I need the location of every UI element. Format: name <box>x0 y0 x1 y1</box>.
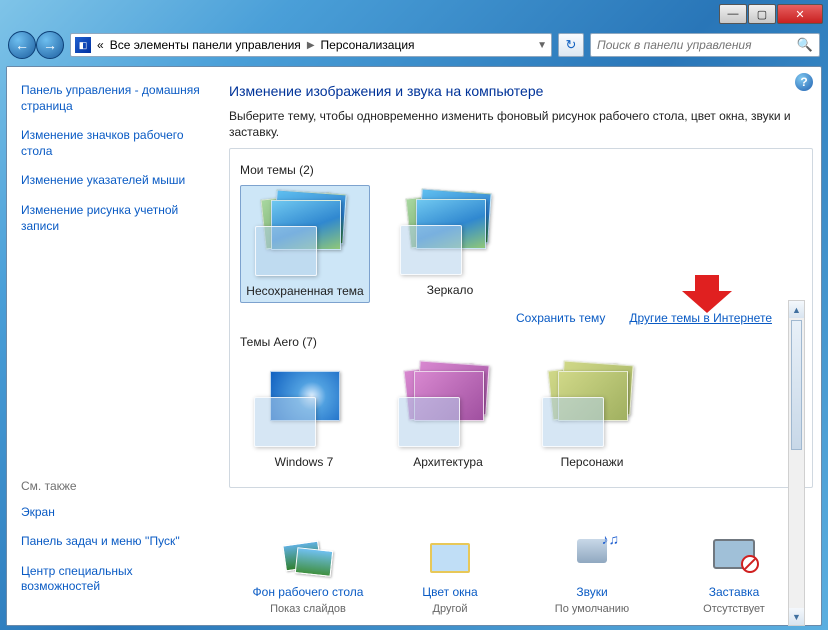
search-icon: 🔍 <box>797 37 813 53</box>
breadcrumb-prefix: « <box>97 38 104 52</box>
scroll-down-button[interactable]: ▼ <box>789 608 804 625</box>
desktop-background-link[interactable]: Фон рабочего стола <box>253 585 364 599</box>
titlebar: — ▢ ✕ <box>0 0 828 28</box>
scroll-thumb[interactable] <box>791 320 802 450</box>
search-input[interactable] <box>597 38 797 52</box>
theme-label: Несохраненная тема <box>246 284 363 298</box>
window-body: ? Панель управления - домашняя страница … <box>6 66 822 626</box>
breadcrumb-item[interactable]: Персонализация <box>321 38 415 52</box>
control-panel-icon: ◧ <box>75 37 91 53</box>
theme-thumbnail <box>390 189 510 277</box>
theme-label: Архитектура <box>413 455 483 469</box>
desktop-background-value: Показ слайдов <box>270 603 346 615</box>
sounds-item[interactable]: ♪♫ Звуки По умолчанию <box>522 539 662 615</box>
save-theme-link[interactable]: Сохранить тему <box>516 311 605 325</box>
my-themes-label: Мои темы (2) <box>240 163 802 177</box>
desktop-background-icon <box>280 539 336 581</box>
theme-item-unsaved[interactable]: Несохраненная тема <box>240 185 370 303</box>
window-color-icon <box>422 539 478 581</box>
sidebar-mouse-pointers-link[interactable]: Изменение указателей мыши <box>21 173 203 189</box>
window-color-value: Другой <box>433 603 468 615</box>
window-color-link[interactable]: Цвет окна <box>422 585 477 599</box>
theme-item-characters[interactable]: Персонажи <box>528 357 656 473</box>
sidebar-account-picture-link[interactable]: Изменение рисунка учетной записи <box>21 203 203 234</box>
screensaver-icon <box>706 539 762 581</box>
address-dropdown-icon[interactable]: ▼ <box>537 40 547 51</box>
theme-item-windows7[interactable]: Windows 7 <box>240 357 368 473</box>
sidebar: Панель управления - домашняя страница Из… <box>7 67 217 625</box>
desktop-background-item[interactable]: Фон рабочего стола Показ слайдов <box>238 539 378 615</box>
screensaver-link[interactable]: Заставка <box>709 585 760 599</box>
screensaver-item[interactable]: Заставка Отсутствует <box>664 539 804 615</box>
theme-item-mirror[interactable]: Зеркало <box>386 185 514 303</box>
search-box[interactable]: 🔍 <box>590 33 820 57</box>
main-content: Изменение изображения и звука на компьют… <box>217 67 821 625</box>
window-color-item[interactable]: Цвет окна Другой <box>380 539 520 615</box>
themes-panel: Мои темы (2) Несохраненная тема <box>229 148 813 488</box>
scroll-up-button[interactable]: ▲ <box>789 301 804 318</box>
theme-label: Windows 7 <box>275 455 334 469</box>
sidebar-taskbar-link[interactable]: Панель задач и меню ''Пуск'' <box>21 534 203 550</box>
page-description: Выберите тему, чтобы одновременно измени… <box>229 109 813 140</box>
minimize-button[interactable]: — <box>719 4 747 24</box>
toolbar: ← → ◧ « Все элементы панели управления ▶… <box>0 28 828 62</box>
theme-thumbnail <box>244 361 364 449</box>
screensaver-value: Отсутствует <box>703 603 765 615</box>
sounds-value: По умолчанию <box>555 603 629 615</box>
aero-themes-row: Windows 7 Архитектура <box>240 357 802 473</box>
breadcrumb-sep-icon: ▶ <box>307 40 315 51</box>
sounds-icon: ♪♫ <box>564 539 620 581</box>
sidebar-ease-of-access-link[interactable]: Центр специальных возможностей <box>21 564 203 595</box>
sidebar-home-link[interactable]: Панель управления - домашняя страница <box>21 83 203 114</box>
theme-label: Персонажи <box>561 455 624 469</box>
aero-themes-label: Темы Aero (7) <box>240 335 802 349</box>
address-bar[interactable]: ◧ « Все элементы панели управления ▶ Пер… <box>70 33 552 57</box>
close-button[interactable]: ✕ <box>777 4 823 24</box>
scrollbar[interactable]: ▲ ▼ <box>788 300 805 626</box>
back-button[interactable]: ← <box>8 31 36 59</box>
sidebar-desktop-icons-link[interactable]: Изменение значков рабочего стола <box>21 128 203 159</box>
forward-button[interactable]: → <box>36 31 64 59</box>
see-also-label: См. также <box>21 479 203 493</box>
sidebar-screen-link[interactable]: Экран <box>21 505 203 521</box>
theme-thumbnail <box>245 190 365 278</box>
theme-thumbnail <box>388 361 508 449</box>
refresh-button[interactable]: ↻ <box>558 33 584 57</box>
maximize-button[interactable]: ▢ <box>748 4 776 24</box>
page-title: Изменение изображения и звука на компьют… <box>229 83 813 99</box>
theme-links: Сохранить тему Другие темы в Интернете <box>240 311 802 325</box>
theme-label: Зеркало <box>427 283 474 297</box>
theme-thumbnail <box>532 361 652 449</box>
breadcrumb-item[interactable]: Все элементы панели управления <box>110 38 301 52</box>
arrow-annotation-icon <box>682 275 732 319</box>
sounds-link[interactable]: Звуки <box>576 585 607 599</box>
bottom-row: Фон рабочего стола Показ слайдов Цвет ок… <box>229 539 813 615</box>
theme-item-architecture[interactable]: Архитектура <box>384 357 512 473</box>
help-icon[interactable]: ? <box>795 73 813 91</box>
